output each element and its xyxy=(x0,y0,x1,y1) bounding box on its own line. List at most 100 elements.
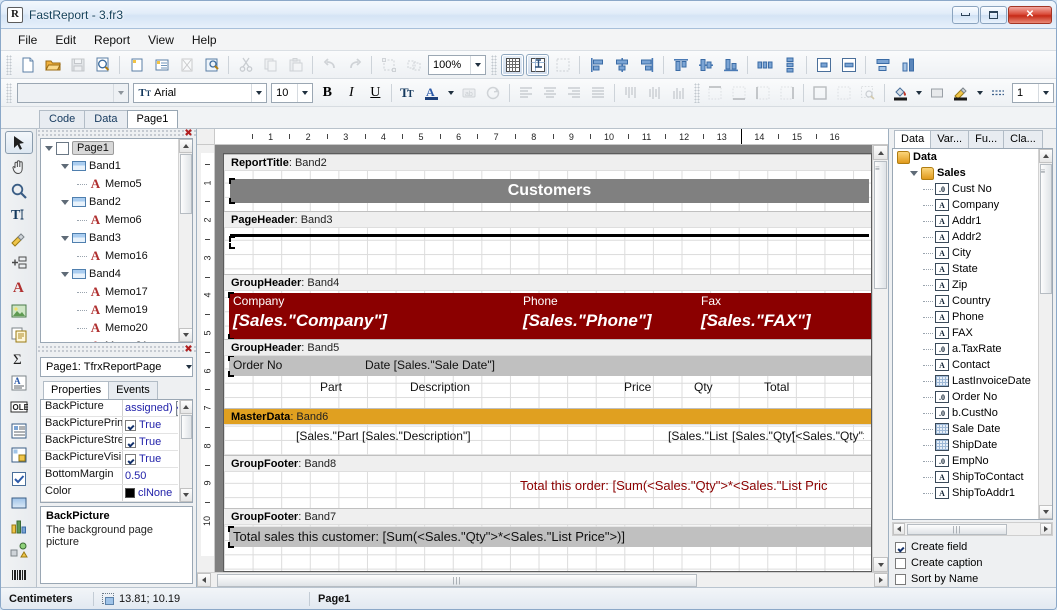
space-vertically-icon[interactable] xyxy=(778,54,801,76)
align-text-justify-icon[interactable] xyxy=(587,82,609,104)
data-tree-node[interactable]: APhone xyxy=(893,309,1037,325)
align-right-icon[interactable] xyxy=(635,54,658,76)
sum-object-tool[interactable]: Σ xyxy=(5,347,33,370)
checkbox-icon[interactable] xyxy=(125,420,136,431)
valign-bottom-icon[interactable] xyxy=(668,82,690,104)
object-combo[interactable]: Page1: TfrxReportPage xyxy=(40,357,193,377)
expander-down-icon[interactable] xyxy=(45,146,53,151)
chart-tool[interactable] xyxy=(5,515,33,538)
close-button[interactable]: ✕ xyxy=(1008,6,1052,24)
data-tree-node[interactable]: AFAX xyxy=(893,325,1037,341)
data-tree-node[interactable]: AShipToAddr1 xyxy=(893,485,1037,501)
scroll-right-button[interactable] xyxy=(874,573,888,587)
data-tree-node[interactable]: AAddr1 xyxy=(893,213,1037,229)
report-tree-node[interactable]: AMemo21 xyxy=(41,337,177,342)
insert-band-tool[interactable] xyxy=(5,251,33,274)
frame-style-icon[interactable] xyxy=(987,82,1009,104)
data-tree-node[interactable]: .0EmpNo xyxy=(893,453,1037,469)
tab-functions[interactable]: Fu... xyxy=(968,130,1004,148)
data-tree-node[interactable]: ACompany xyxy=(893,197,1037,213)
align-top-icon[interactable] xyxy=(669,54,692,76)
italic-button[interactable]: I xyxy=(340,82,362,104)
customer-total-block[interactable]: Total sales this customer: [Sum(<Sales."… xyxy=(229,527,871,547)
band-body-band4[interactable]: Company[Sales."Company"]Phone[Sales."Pho… xyxy=(224,291,871,339)
copy-icon[interactable] xyxy=(259,54,282,76)
checkbox-icon[interactable] xyxy=(895,558,906,569)
band-body-band2[interactable]: Customers xyxy=(224,171,871,211)
designer-vertical-scrollbar[interactable]: ≡ xyxy=(872,145,888,572)
property-ellipsis-button[interactable]: ••• xyxy=(176,401,178,416)
data-tree-node[interactable]: Data xyxy=(893,149,1037,165)
ole-object-tool[interactable]: OLE xyxy=(5,395,33,418)
gradient-object-tool[interactable] xyxy=(5,491,33,514)
select-tool[interactable] xyxy=(5,131,33,154)
menu-report[interactable]: Report xyxy=(85,30,139,50)
shape-object-tool[interactable] xyxy=(5,539,33,562)
description-column-header[interactable]: Description xyxy=(410,380,470,394)
band-header-band5[interactable]: GroupHeader: Band5 xyxy=(224,339,871,356)
picture-object-tool[interactable] xyxy=(5,299,33,322)
border-bottom-icon[interactable] xyxy=(728,82,750,104)
property-value-cell[interactable]: True xyxy=(123,451,178,467)
report-tree-node[interactable]: Band3 xyxy=(41,229,177,247)
property-row[interactable]: ColorclNone xyxy=(41,485,178,502)
scroll-up-button[interactable] xyxy=(179,139,193,153)
band-header-band2[interactable]: ReportTitle: Band2 xyxy=(224,154,871,171)
band-body-band3[interactable] xyxy=(224,228,871,274)
zoom-tool[interactable] xyxy=(5,179,33,202)
tab-variables[interactable]: Var... xyxy=(930,130,969,148)
font-color-icon[interactable]: A xyxy=(421,82,443,104)
format-painter-tool[interactable] xyxy=(5,227,33,250)
data-tree[interactable]: DataSales.0Cust NoACompanyAAddr1AAddr2AC… xyxy=(892,148,1053,520)
same-height-icon[interactable] xyxy=(896,54,919,76)
expander-down-icon[interactable] xyxy=(61,236,69,241)
report-title-memo[interactable]: Customers xyxy=(230,179,869,203)
qty-field[interactable]: [Sales."Qty"] xyxy=(732,429,794,443)
scroll-down-button[interactable] xyxy=(179,328,193,342)
checkbox-icon[interactable] xyxy=(125,454,136,465)
group-icon[interactable] xyxy=(377,54,400,76)
cut-icon[interactable] xyxy=(234,54,257,76)
property-value-cell[interactable]: clNone xyxy=(123,485,178,501)
center-vertically-icon[interactable] xyxy=(837,54,860,76)
align-to-grid-icon[interactable] xyxy=(551,54,574,76)
valign-center-icon[interactable] xyxy=(644,82,666,104)
data-tree-node[interactable]: .0a.TaxRate xyxy=(893,341,1037,357)
expander-down-icon[interactable] xyxy=(61,272,69,277)
property-row[interactable]: BackPictureStretchTrue xyxy=(41,434,178,451)
checkbox-icon[interactable] xyxy=(895,574,906,585)
ungroup-icon[interactable] xyxy=(402,54,425,76)
report-tree-node[interactable]: Band1 xyxy=(41,157,177,175)
company-label[interactable]: Company xyxy=(233,294,284,308)
same-width-icon[interactable] xyxy=(871,54,894,76)
frame-toolbar-grip[interactable] xyxy=(694,83,700,103)
report-tree-node[interactable]: AMemo6 xyxy=(41,211,177,229)
data-tree-node[interactable]: AState xyxy=(893,261,1037,277)
property-row[interactable]: BackPicturePrintTrue xyxy=(41,417,178,434)
qty-column-header[interactable]: Qty xyxy=(694,380,713,394)
open-report-icon[interactable] xyxy=(41,54,64,76)
rotate-icon[interactable] xyxy=(482,82,504,104)
font-color-dropdown-icon[interactable] xyxy=(445,82,456,104)
tab-data[interactable]: Data xyxy=(894,130,931,148)
bold-button[interactable]: B xyxy=(316,82,338,104)
scroll-left-button[interactable] xyxy=(893,523,905,535)
data-tree-node[interactable]: .0Cust No xyxy=(893,181,1037,197)
border-right-icon[interactable] xyxy=(776,82,798,104)
chevron-down-icon[interactable] xyxy=(297,84,312,102)
total-column-header[interactable]: Total xyxy=(764,380,789,394)
part-no-field[interactable]: [Sales."Part No"] xyxy=(296,429,358,443)
report-tree-node[interactable]: AMemo19 xyxy=(41,301,177,319)
tab-code[interactable]: Code xyxy=(39,110,85,128)
color-swatch-icon[interactable] xyxy=(926,82,948,104)
data-tree-node[interactable]: Sale Date xyxy=(893,421,1037,437)
checkbox-icon[interactable] xyxy=(895,542,906,553)
page-settings-icon[interactable] xyxy=(200,54,223,76)
new-dialog-page-icon[interactable] xyxy=(150,54,173,76)
menu-view[interactable]: View xyxy=(139,30,183,50)
scroll-thumb[interactable]: ||| xyxy=(217,574,697,587)
chevron-down-icon[interactable] xyxy=(470,56,485,74)
font-size-combo[interactable]: 10 xyxy=(271,83,313,103)
tab-classes[interactable]: Cla... xyxy=(1003,130,1043,148)
delete-page-icon[interactable] xyxy=(175,54,198,76)
